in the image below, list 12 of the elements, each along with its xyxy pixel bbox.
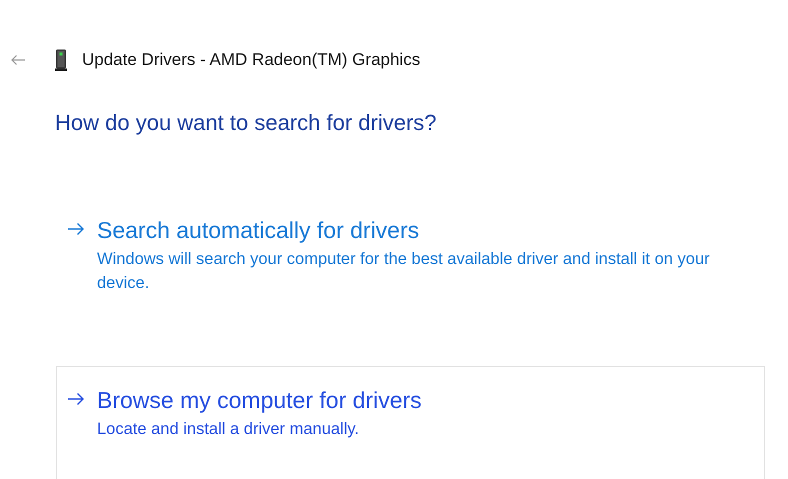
option-description: Locate and install a driver manually. xyxy=(97,419,360,440)
option-title: Search automatically for drivers xyxy=(97,216,420,245)
arrow-icon xyxy=(67,222,85,236)
option-link[interactable]: Browse my computer for drivers Locate and install a driver manually. xyxy=(56,366,765,479)
window-title: Update Drivers - AMD Radeon(TM) Graphics xyxy=(82,50,420,70)
option-link[interactable]: Search automatically for drivers Windows will search your computer for the best available driver and install it on your device. xyxy=(56,196,765,336)
arrow-icon xyxy=(67,392,85,406)
option-description: Windows will search your computer for the best available driver and install it on your device. xyxy=(97,249,711,294)
page-heading: How do you want to search for drivers? xyxy=(55,110,438,136)
device-icon xyxy=(55,49,67,71)
back-icon[interactable] xyxy=(10,54,26,66)
option-title: Browse my computer for drivers xyxy=(97,386,422,415)
